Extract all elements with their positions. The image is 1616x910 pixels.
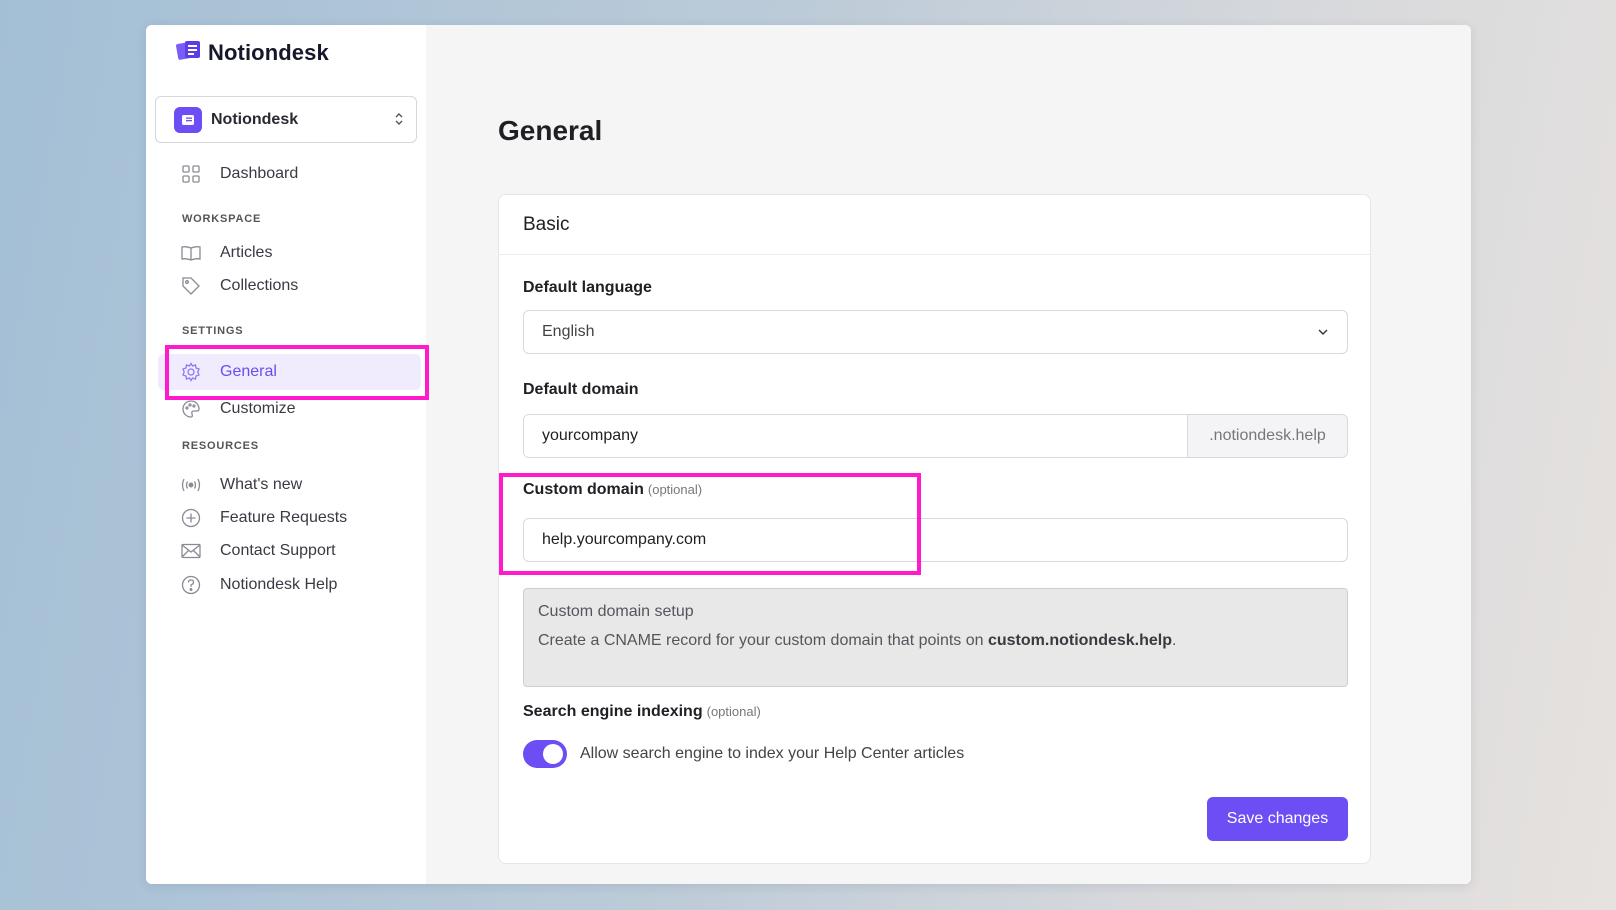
sidebar-item-label: What's new xyxy=(220,476,303,493)
logo[interactable]: Notiondesk xyxy=(176,39,329,66)
basic-settings-card: Basic Default language English Default d… xyxy=(498,194,1371,864)
logo-text: Notiondesk xyxy=(208,39,329,65)
sidebar-item-general[interactable]: General xyxy=(158,354,421,390)
grid-icon xyxy=(180,163,202,185)
app-window: Notiondesk Notiondesk Dashboard WORKSPAC… xyxy=(146,25,1471,884)
save-changes-button[interactable]: Save changes xyxy=(1207,797,1348,841)
optional-tag: (optional) xyxy=(647,482,703,497)
default-language-select[interactable]: English xyxy=(523,310,1348,354)
sidebar-item-label: Customize xyxy=(220,400,296,417)
custom-domain-label: Custom domain (optional) xyxy=(523,481,702,499)
chevron-up-down-icon xyxy=(394,112,404,128)
setup-title: Custom domain setup xyxy=(538,603,694,620)
default-domain-label-text: Default domain xyxy=(523,381,639,398)
plus-circle-icon xyxy=(180,507,202,529)
palette-icon xyxy=(180,398,202,420)
main-content: General Basic Default language English D… xyxy=(426,25,1471,884)
card-header: Basic xyxy=(499,195,1370,255)
workspace-selector[interactable]: Notiondesk xyxy=(155,96,417,143)
section-label-settings: SETTINGS xyxy=(182,325,244,337)
setup-text-suffix: . xyxy=(1172,632,1177,649)
custom-domain-label-text: Custom domain xyxy=(523,481,644,498)
sidebar: Notiondesk Notiondesk Dashboard WORKSPAC… xyxy=(146,25,426,884)
search-indexing-label: Search engine indexing (optional) xyxy=(523,703,761,721)
chevron-down-icon xyxy=(1317,323,1329,341)
cname-target: custom.notiondesk.help xyxy=(987,632,1172,649)
section-label-resources: RESOURCES xyxy=(182,440,259,452)
search-indexing-toggle-label: Allow search engine to index your Help C… xyxy=(580,745,965,762)
workspace-name: Notiondesk xyxy=(211,110,299,128)
tag-icon xyxy=(180,275,202,297)
setup-text-prefix: Create a CNAME record for your custom do… xyxy=(538,632,988,649)
sidebar-item-label: Dashboard xyxy=(220,165,299,182)
sidebar-item-customize[interactable]: Customize xyxy=(166,392,421,426)
gear-icon xyxy=(180,361,202,383)
workspace-avatar xyxy=(174,106,202,133)
broadcast-icon xyxy=(180,474,202,496)
default-domain-group: .notiondesk.help xyxy=(523,414,1348,458)
default-language-label: Default language xyxy=(523,279,652,297)
logo-icon xyxy=(176,39,202,66)
custom-domain-setup-box: Custom domain setup Create a CNAME recor… xyxy=(523,588,1348,687)
sidebar-item-label: Articles xyxy=(220,244,273,261)
sidebar-item-articles[interactable]: Articles xyxy=(166,236,421,270)
section-label-workspace: WORKSPACE xyxy=(182,213,262,225)
domain-suffix: .notiondesk.help xyxy=(1187,415,1347,457)
default-language-value: English xyxy=(542,323,595,340)
sidebar-item-feature-requests[interactable]: Feature Requests xyxy=(166,501,421,535)
toggle-knob xyxy=(543,744,563,764)
page-title: General xyxy=(498,115,603,146)
sidebar-item-whats-new[interactable]: What's new xyxy=(166,468,421,502)
search-indexing-row: Allow search engine to index your Help C… xyxy=(523,740,964,768)
book-icon xyxy=(180,242,202,264)
sidebar-item-notiondesk-help[interactable]: Notiondesk Help xyxy=(166,568,421,602)
search-indexing-label-text: Search engine indexing xyxy=(523,703,703,720)
optional-tag: (optional) xyxy=(706,704,761,719)
sidebar-item-label: Collections xyxy=(220,277,299,294)
sidebar-item-label: Feature Requests xyxy=(220,509,348,526)
default-language-label-text: Default language xyxy=(523,279,652,296)
help-circle-icon xyxy=(180,574,202,596)
default-domain-label: Default domain xyxy=(523,381,639,399)
sidebar-item-label: General xyxy=(220,363,277,380)
mail-icon xyxy=(180,540,202,562)
sidebar-item-collections[interactable]: Collections xyxy=(166,269,421,303)
default-domain-input[interactable] xyxy=(524,415,1187,457)
sidebar-item-label: Contact Support xyxy=(220,542,336,559)
sidebar-item-contact-support[interactable]: Contact Support xyxy=(166,534,421,568)
search-indexing-toggle[interactable] xyxy=(523,740,567,768)
sidebar-item-dashboard[interactable]: Dashboard xyxy=(166,157,421,191)
card-title: Basic xyxy=(523,213,570,235)
custom-domain-input[interactable] xyxy=(523,518,1348,562)
setup-text: Create a CNAME record for your custom do… xyxy=(538,632,1333,650)
sidebar-item-label: Notiondesk Help xyxy=(220,576,338,593)
